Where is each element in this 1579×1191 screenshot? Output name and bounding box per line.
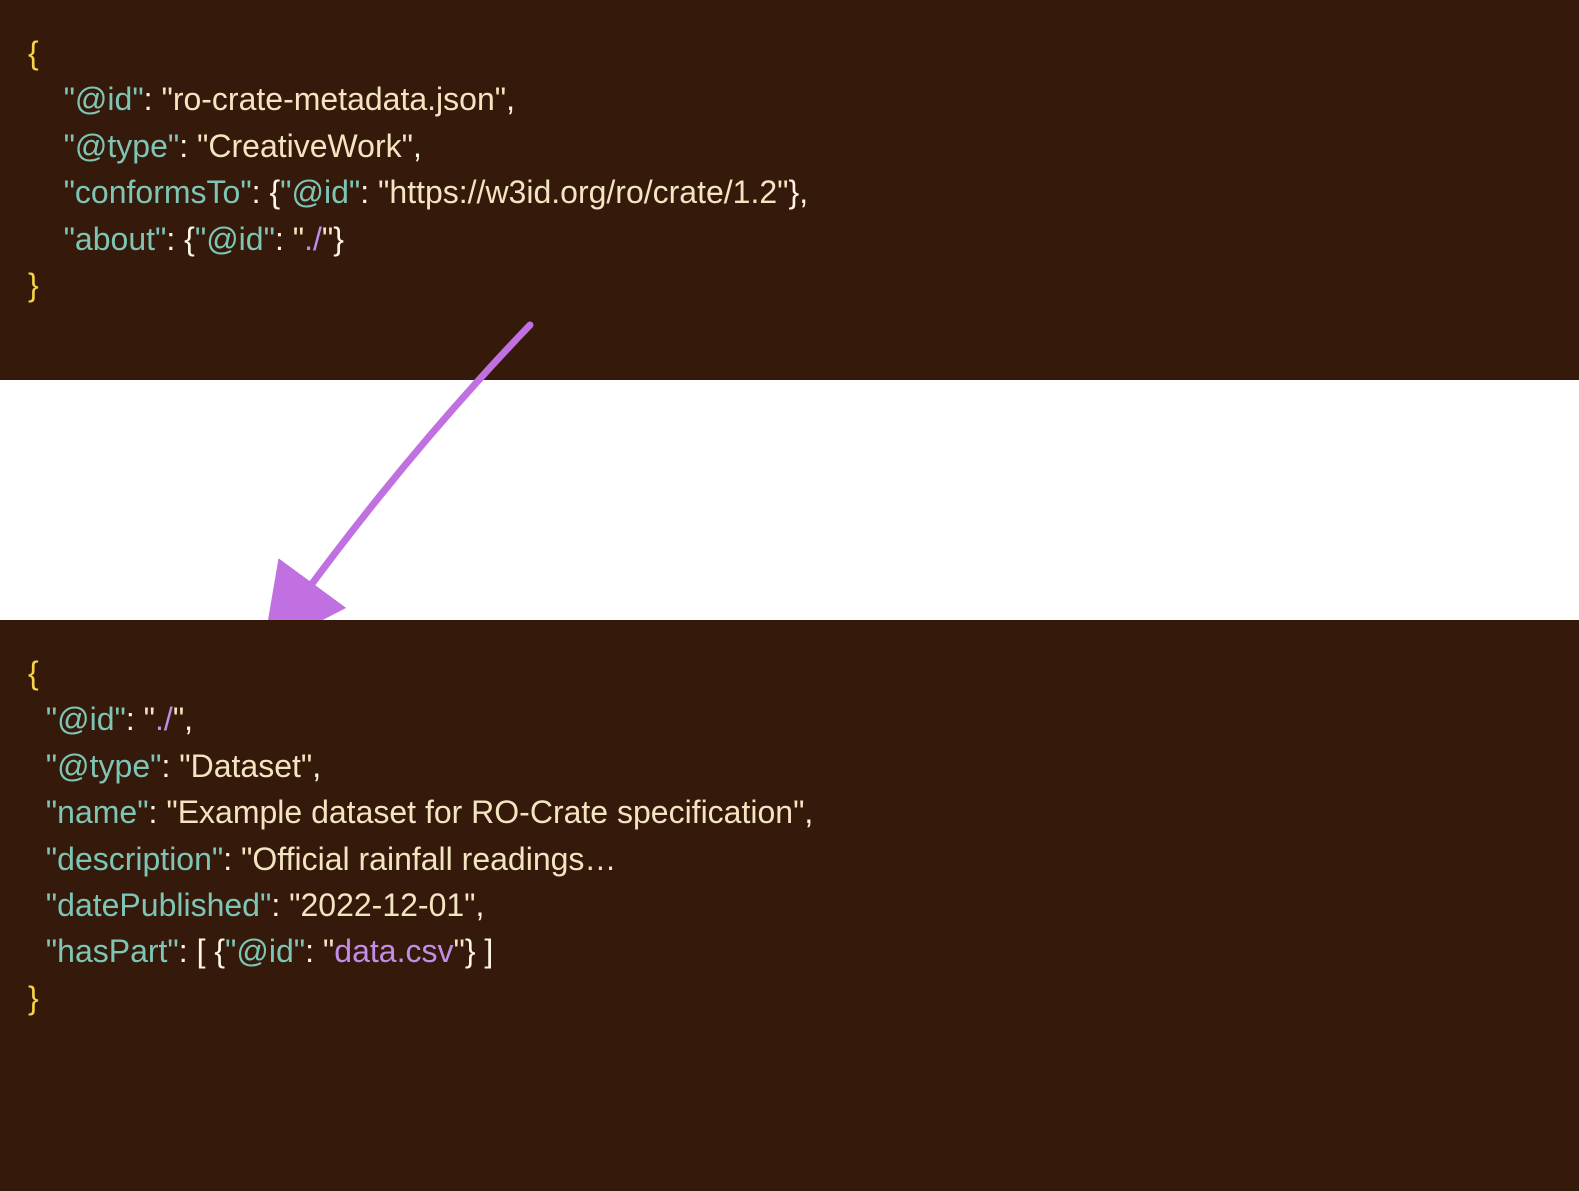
key-id: "@id"	[46, 701, 126, 737]
sep: :	[305, 933, 323, 969]
haspart-link: data.csv	[334, 933, 453, 969]
val-type: "Dataset"	[179, 748, 312, 784]
sep: :	[271, 887, 289, 923]
brace-open: {	[28, 655, 39, 691]
comma: ,	[312, 748, 321, 784]
about-link: ./	[304, 221, 322, 257]
sep: :	[161, 748, 179, 784]
id-link: ./	[155, 701, 173, 737]
quote: "	[323, 933, 334, 969]
sep: :	[144, 81, 162, 117]
brace-close: }	[28, 980, 39, 1016]
val-description: "Official rainfall readings…	[241, 841, 616, 877]
quote: "	[293, 221, 304, 257]
comma: ,	[476, 887, 485, 923]
key-type: "@type"	[46, 748, 162, 784]
comma: ,	[804, 794, 813, 830]
inner-key-id: "@id"	[280, 174, 360, 210]
sep: :	[179, 128, 197, 164]
key-name: "name"	[46, 794, 149, 830]
quote: "	[453, 933, 464, 969]
key-type: "@type"	[64, 128, 180, 164]
comma: ,	[184, 701, 193, 737]
sep: :	[223, 841, 241, 877]
metadata-descriptor-block: { "@id": "ro-crate-metadata.json", "@typ…	[0, 0, 1579, 380]
val-name: "Example dataset for RO-Crate specificat…	[166, 794, 804, 830]
end: }	[333, 221, 344, 257]
sep: :	[149, 794, 167, 830]
val-conforms: "https://w3id.org/ro/crate/1.2"	[378, 174, 788, 210]
sep: :	[275, 221, 293, 257]
sep: : {	[166, 221, 194, 257]
key-conforms: "conformsTo"	[64, 174, 252, 210]
end: },	[789, 174, 809, 210]
key-description: "description"	[46, 841, 223, 877]
val-datepub: "2022-12-01"	[289, 887, 475, 923]
comma: ,	[413, 128, 422, 164]
brace-open: {	[28, 35, 39, 71]
sep: :	[126, 701, 144, 737]
key-datepub: "datePublished"	[46, 887, 272, 923]
val-type: "CreativeWork"	[197, 128, 413, 164]
quote: "	[144, 701, 155, 737]
inner-key-id: "@id"	[225, 933, 305, 969]
diagram-container: { "@id": "ro-crate-metadata.json", "@typ…	[0, 0, 1579, 1191]
root-dataset-block: { "@id": "./", "@type": "Dataset", "name…	[0, 620, 1579, 1191]
comma: ,	[506, 81, 515, 117]
inner-key-id: "@id"	[195, 221, 275, 257]
brace-close: }	[28, 267, 39, 303]
quote: "	[322, 221, 333, 257]
quote: "	[173, 701, 184, 737]
end: } ]	[465, 933, 493, 969]
sep: :	[360, 174, 378, 210]
sep: : [ {	[179, 933, 225, 969]
val-id: "ro-crate-metadata.json"	[161, 81, 506, 117]
key-haspart: "hasPart"	[46, 933, 179, 969]
key-about: "about"	[64, 221, 167, 257]
sep: : {	[252, 174, 280, 210]
key-id: "@id"	[64, 81, 144, 117]
